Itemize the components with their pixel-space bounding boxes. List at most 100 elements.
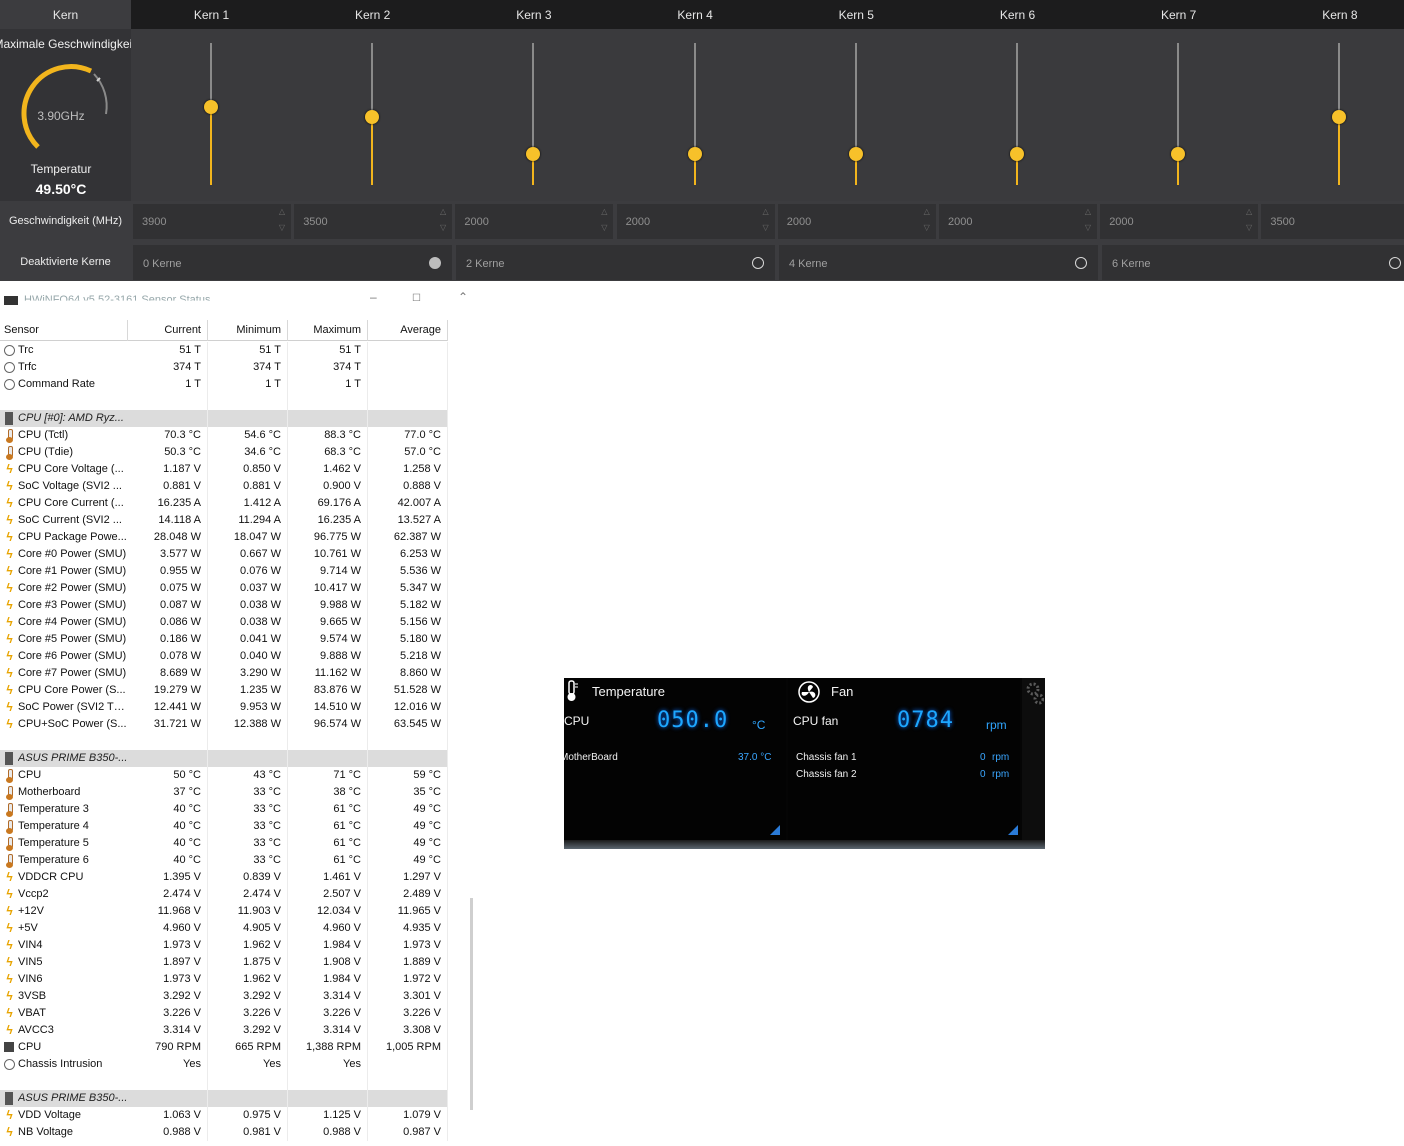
table-row[interactable]: ϟ +12V 11.968 V 11.903 V 12.034 V 11.965 V: [0, 903, 448, 920]
disabled-cores-option-2[interactable]: 4 Kerne: [779, 245, 1098, 280]
table-row[interactable]: ϟ SoC Power (SVI2 TFN) 12.441 W 9.953 W 14.5…: [0, 699, 448, 716]
spin-up-icon[interactable]: △: [1246, 207, 1252, 216]
spin-up-icon[interactable]: △: [762, 207, 768, 216]
slider-knob[interactable]: [1010, 146, 1024, 161]
core-slider-1[interactable]: [131, 29, 292, 201]
table-row[interactable]: ϟ CPU Core Current (... 16.235 A 1.412 A 69.…: [0, 495, 448, 512]
table-row[interactable]: Motherboard 37 °C 33 °C 38 °C 35 °C: [0, 784, 448, 801]
table-row[interactable]: ϟ Core #5 Power (SMU) 0.186 W 0.041 W 9.574 …: [0, 631, 448, 648]
slider-knob[interactable]: [204, 99, 218, 114]
sensor-group-row[interactable]: CPU [#0]: AMD Ryz...: [0, 410, 448, 427]
table-row[interactable]: ϟ CPU Core Voltage (... 1.187 V 0.850 V 1.46…: [0, 461, 448, 478]
spin-up-icon[interactable]: △: [601, 207, 607, 216]
table-row[interactable]: ϟ VBAT 3.226 V 3.226 V 3.226 V 3.226 V: [0, 1005, 448, 1022]
table-row[interactable]: ϟ 3VSB 3.292 V 3.292 V 3.314 V 3.301 V: [0, 988, 448, 1005]
spin-down-icon[interactable]: ▽: [279, 223, 285, 232]
core-slider-3[interactable]: [453, 29, 614, 201]
maximize-icon[interactable]: ☐: [412, 293, 421, 304]
table-row[interactable]: [0, 733, 448, 750]
spin-up-icon[interactable]: △: [440, 207, 446, 216]
speed-input-core-8[interactable]: 3500△▽: [1261, 204, 1404, 239]
table-row[interactable]: ϟ VDD Voltage 1.063 V 0.975 V 1.125 V 1.079 V: [0, 1107, 448, 1124]
table-row[interactable]: Trfc 374 T 374 T 374 T: [0, 359, 448, 376]
core-slider-4[interactable]: [615, 29, 776, 201]
speed-input-core-1[interactable]: 3900 △ ▽: [133, 204, 291, 239]
table-row[interactable]: ϟ Core #3 Power (SMU) 0.087 W 0.038 W 9.988 …: [0, 597, 448, 614]
table-row[interactable]: ϟ Core #7 Power (SMU) 8.689 W 3.290 W 11.162…: [0, 665, 448, 682]
table-row[interactable]: ϟ Core #2 Power (SMU) 0.075 W 0.037 W 10.417…: [0, 580, 448, 597]
col-maximum[interactable]: Maximum: [288, 320, 368, 341]
table-row[interactable]: ϟ +5V 4.960 V 4.905 V 4.960 V 4.935 V: [0, 920, 448, 937]
radio-button[interactable]: [752, 257, 764, 269]
slider-knob[interactable]: [1171, 146, 1186, 161]
table-row[interactable]: CPU 50 °C 43 °C 71 °C 59 °C: [0, 767, 448, 784]
table-row[interactable]: [0, 1073, 448, 1090]
table-row[interactable]: Trc 51 T 51 T 51 T: [0, 342, 448, 359]
col-minimum[interactable]: Minimum: [208, 320, 288, 341]
core-slider-2[interactable]: [292, 29, 453, 201]
disabled-cores-option-1[interactable]: 2 Kerne: [456, 245, 775, 280]
minimize-icon[interactable]: –: [370, 290, 377, 304]
col-current[interactable]: Current: [128, 320, 208, 341]
radio-button[interactable]: [1389, 257, 1401, 269]
spin-down-icon[interactable]: ▽: [1085, 223, 1091, 232]
core-slider-5[interactable]: [776, 29, 937, 201]
spin-down-icon[interactable]: ▽: [601, 223, 607, 232]
table-row[interactable]: ϟ VIN5 1.897 V 1.875 V 1.908 V 1.889 V: [0, 954, 448, 971]
speed-input-core-5[interactable]: 2000 △ ▽: [777, 204, 936, 239]
table-row[interactable]: ϟ VIN4 1.973 V 1.962 V 1.984 V 1.973 V: [0, 937, 448, 954]
radio-button[interactable]: [429, 257, 441, 269]
table-row[interactable]: ϟ Core #4 Power (SMU) 0.086 W 0.038 W 9.665 …: [0, 614, 448, 631]
slider-knob[interactable]: [687, 146, 702, 161]
core-slider-6[interactable]: [937, 29, 1098, 201]
table-row[interactable]: Temperature 5 40 °C 33 °C 61 °C 49 °C: [0, 835, 448, 852]
table-row[interactable]: ϟ AVCC3 3.314 V 3.292 V 3.314 V 3.308 V: [0, 1022, 448, 1039]
table-row[interactable]: ϟ Core #1 Power (SMU) 0.955 W 0.076 W 9.714 …: [0, 563, 448, 580]
table-row[interactable]: [0, 393, 448, 410]
slider-knob[interactable]: [365, 109, 380, 124]
speed-input-core-7[interactable]: 2000 △ ▽: [1100, 204, 1259, 239]
sensor-group-row[interactable]: ASUS PRIME B350-...: [0, 750, 448, 767]
speed-input-core-2[interactable]: 3500 △ ▽: [294, 204, 453, 239]
col-average[interactable]: Average: [368, 320, 448, 341]
gear-icon[interactable]: [1026, 682, 1044, 706]
table-row[interactable]: ϟ CPU+SoC Power (S... 31.721 W 12.388 W 96.5…: [0, 716, 448, 733]
slider-knob[interactable]: [1332, 109, 1347, 124]
table-row[interactable]: Chassis Intrusion Yes Yes Yes: [0, 1056, 448, 1073]
table-row[interactable]: ϟ NB Voltage 0.988 V 0.981 V 0.988 V 0.987 V: [0, 1124, 448, 1141]
table-row[interactable]: ϟ VDDCR CPU 1.395 V 0.839 V 1.461 V 1.297 V: [0, 869, 448, 886]
radio-button[interactable]: [1075, 257, 1087, 269]
disabled-cores-option-0[interactable]: 0 Kerne: [133, 245, 452, 280]
spin-down-icon[interactable]: ▽: [1246, 223, 1252, 232]
table-row[interactable]: ϟ VIN6 1.973 V 1.962 V 1.984 V 1.972 V: [0, 971, 448, 988]
spin-up-icon[interactable]: △: [1085, 207, 1091, 216]
table-row[interactable]: CPU (Tdie) 50.3 °C 34.6 °C 68.3 °C 57.0 °C: [0, 444, 448, 461]
col-sensor[interactable]: Sensor: [4, 320, 128, 341]
temp-resize-corner[interactable]: [770, 825, 780, 835]
core-slider-7[interactable]: [1098, 29, 1259, 201]
table-row[interactable]: ϟ CPU Package Powe... 28.048 W 18.047 W 96.7…: [0, 529, 448, 546]
table-row[interactable]: ϟ Core #0 Power (SMU) 3.577 W 0.667 W 10.761…: [0, 546, 448, 563]
table-row[interactable]: ϟ Core #6 Power (SMU) 0.078 W 0.040 W 9.888 …: [0, 648, 448, 665]
spin-down-icon[interactable]: ▽: [440, 223, 446, 232]
spin-down-icon[interactable]: ▽: [762, 223, 768, 232]
speed-input-core-6[interactable]: 2000 △ ▽: [939, 204, 1097, 239]
table-row[interactable]: Temperature 3 40 °C 33 °C 61 °C 49 °C: [0, 801, 448, 818]
slider-knob[interactable]: [526, 146, 541, 161]
fan-resize-corner[interactable]: [1008, 825, 1018, 835]
table-row[interactable]: ϟ CPU Core Power (S... 19.279 W 1.235 W 83.8…: [0, 682, 448, 699]
table-row[interactable]: Temperature 4 40 °C 33 °C 61 °C 49 °C: [0, 818, 448, 835]
slider-knob[interactable]: [848, 146, 863, 161]
table-row[interactable]: ϟ SoC Current (SVI2 ... 14.118 A 11.294 A 16…: [0, 512, 448, 529]
table-row[interactable]: ϟ Vccp2 2.474 V 2.474 V 2.507 V 2.489 V: [0, 886, 448, 903]
table-row[interactable]: Temperature 6 40 °C 33 °C 61 °C 49 °C: [0, 852, 448, 869]
table-row[interactable]: CPU 790 RPM 665 RPM 1,388 RPM 1,005 RPM: [0, 1039, 448, 1056]
table-row[interactable]: CPU (Tctl) 70.3 °C 54.6 °C 88.3 °C 77.0 °C: [0, 427, 448, 444]
vertical-scrollbar[interactable]: [470, 898, 473, 1110]
table-row[interactable]: ϟ SoC Voltage (SVI2 ... 0.881 V 0.881 V 0.90…: [0, 478, 448, 495]
speed-input-core-4[interactable]: 2000 △ ▽: [616, 204, 775, 239]
table-row[interactable]: Command Rate 1 T1 T1 T: [0, 376, 448, 393]
core-slider-8[interactable]: [1259, 29, 1404, 201]
speed-input-core-3[interactable]: 2000 △ ▽: [455, 204, 614, 239]
collapse-icon[interactable]: ⌃: [458, 290, 468, 304]
